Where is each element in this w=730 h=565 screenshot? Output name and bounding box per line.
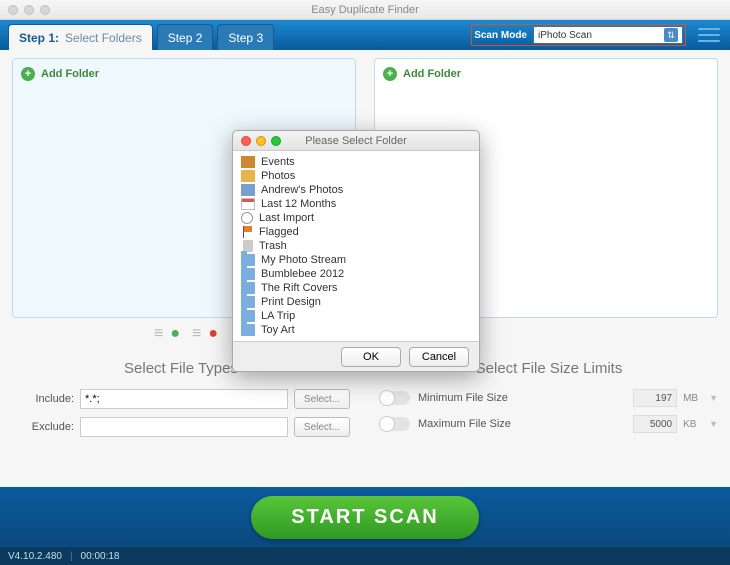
dialog-footer: OK Cancel (233, 341, 479, 371)
start-bar: START SCAN (0, 487, 730, 547)
folder-item[interactable]: Photos (239, 169, 473, 183)
folder-item[interactable]: LA Trip (239, 309, 473, 323)
folder-item-label: Bumblebee 2012 (261, 268, 344, 280)
include-row: Include: Select... (12, 389, 350, 409)
chevron-down-icon[interactable]: ▼ (709, 419, 718, 429)
add-folder-include[interactable]: + Add Folder (21, 67, 347, 81)
folder-item[interactable]: Andrew's Photos (239, 183, 473, 197)
clock-icon (241, 212, 253, 224)
add-folder-exclude[interactable]: + Add Folder (383, 67, 709, 81)
faces-icon (241, 184, 255, 196)
cancel-button[interactable]: Cancel (409, 347, 469, 367)
folder-item[interactable]: Events (239, 155, 473, 169)
include-label: Include: (12, 393, 74, 405)
max-size-value[interactable]: 5000 (633, 415, 677, 433)
events-icon (241, 156, 255, 168)
calendar-icon (241, 198, 255, 210)
folder-item-label: Print Design (261, 296, 321, 308)
folder-item[interactable]: Trash (239, 239, 473, 253)
folder-item-label: Flagged (259, 226, 299, 238)
folder-item[interactable]: Print Design (239, 295, 473, 309)
plus-icon: + (21, 67, 35, 81)
window-titlebar: Easy Duplicate Finder (0, 0, 730, 20)
tab-step3[interactable]: Step 3 (217, 24, 274, 50)
folder-item-label: Photos (261, 170, 295, 182)
plus-icon: + (383, 67, 397, 81)
exclude-label: Exclude: (12, 421, 74, 433)
chevron-updown-icon: ⇅ (664, 28, 678, 42)
folder-item-label: Last 12 Months (261, 198, 336, 210)
folder-item[interactable]: My Photo Stream (239, 253, 473, 267)
folder-item-label: LA Trip (261, 310, 295, 322)
top-bar: Step 1: Select Folders Step 2 Step 3 Sca… (0, 20, 730, 50)
ok-button[interactable]: OK (341, 347, 401, 367)
add-folder-label: Add Folder (41, 68, 99, 80)
lower-options: Select File Types Include: Select... Exc… (12, 360, 718, 445)
folder-item-label: Last Import (259, 212, 314, 224)
scan-mode-select[interactable]: iPhoto Scan ⇅ (533, 26, 683, 44)
folder-item[interactable]: Flagged (239, 225, 473, 239)
folder-item[interactable]: Last 12 Months (239, 197, 473, 211)
folder-item-label: My Photo Stream (261, 254, 346, 266)
menu-icon[interactable] (698, 26, 720, 44)
folder-icon (241, 324, 255, 336)
min-size-unit: MB (683, 393, 705, 404)
exclude-select-button[interactable]: Select... (294, 417, 350, 437)
folder-item-label: The Rift Covers (261, 282, 337, 294)
window-title: Easy Duplicate Finder (0, 4, 730, 16)
scan-mode-group: Scan Mode iPhoto Scan ⇅ (471, 24, 686, 46)
dialog-titlebar: Please Select Folder (233, 131, 479, 151)
tab-step1-label: Select Folders (65, 31, 142, 45)
include-input[interactable] (80, 389, 288, 409)
flag-icon (241, 226, 253, 238)
add-folder-label: Add Folder (403, 68, 461, 80)
select-folder-dialog: Please Select Folder Events Photos Andre… (232, 130, 480, 372)
min-size-value[interactable]: 197 (633, 389, 677, 407)
photos-icon (241, 170, 255, 182)
max-size-toggle[interactable] (380, 417, 410, 431)
folder-item-label: Trash (259, 240, 287, 252)
tab-step1-num: Step 1: (19, 31, 59, 45)
start-scan-button[interactable]: START SCAN (251, 496, 478, 539)
list-remove-button[interactable]: ● (190, 324, 218, 344)
dialog-folder-list: Events Photos Andrew's Photos Last 12 Mo… (233, 151, 479, 341)
exclude-input[interactable] (80, 417, 288, 437)
status-separator: | (70, 551, 73, 562)
list-add-button[interactable]: ● (152, 324, 180, 344)
tab-step1[interactable]: Step 1: Select Folders (8, 24, 153, 50)
max-size-label: Maximum File Size (418, 418, 633, 430)
scan-mode-value: iPhoto Scan (538, 30, 592, 41)
include-select-button[interactable]: Select... (294, 389, 350, 409)
size-limits-section: Select File Size Limits Minimum File Siz… (380, 360, 718, 445)
status-version: V4.10.2.480 (8, 551, 62, 562)
tab-step2[interactable]: Step 2 (157, 24, 214, 50)
folder-item-label: Toy Art (261, 324, 295, 336)
chevron-down-icon[interactable]: ▼ (709, 393, 718, 403)
folder-item[interactable]: Toy Art (239, 323, 473, 337)
exclude-row: Exclude: Select... (12, 417, 350, 437)
status-time: 00:00:18 (81, 551, 120, 562)
folder-item-label: Andrew's Photos (261, 184, 343, 196)
min-size-toggle[interactable] (380, 391, 410, 405)
folder-item[interactable]: Bumblebee 2012 (239, 267, 473, 281)
file-types-section: Select File Types Include: Select... Exc… (12, 360, 350, 445)
max-size-unit: KB (683, 419, 705, 430)
min-size-label: Minimum File Size (418, 392, 633, 404)
max-size-row: Maximum File Size 5000 KB ▼ (380, 415, 718, 433)
folder-item[interactable]: Last Import (239, 211, 473, 225)
min-size-row: Minimum File Size 197 MB ▼ (380, 389, 718, 407)
scan-mode-label: Scan Mode (474, 30, 527, 41)
folder-item[interactable]: The Rift Covers (239, 281, 473, 295)
dialog-title: Please Select Folder (233, 135, 479, 147)
status-bar: V4.10.2.480 | 00:00:18 (0, 547, 730, 565)
folder-item-label: Events (261, 156, 295, 168)
